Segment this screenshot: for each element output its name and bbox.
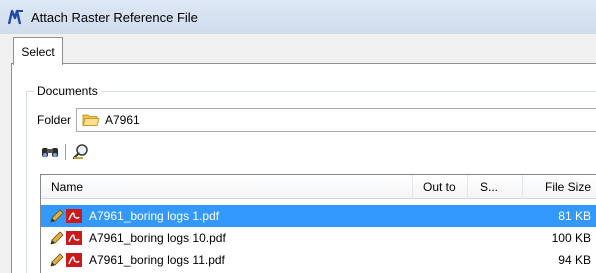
toolbar [40,142,91,162]
folder-label: Folder [37,113,72,127]
column-header-out-to[interactable]: Out to [413,175,468,199]
list-header: Name Out to S... File Size [41,175,596,199]
app-logo-icon [8,9,23,25]
file-size: 94 KB [558,253,591,267]
list-item[interactable]: A7961_boring logs 10.pdf 100 KB [41,227,596,249]
find-button[interactable] [40,142,60,162]
documents-list[interactable]: Name Out to S... File Size A7961_boring … [40,174,596,273]
file-name: A7961_boring logs 11.pdf [89,253,225,267]
search-magnifier-icon [72,144,88,160]
tab-strip: Select [0,34,596,65]
column-header-name[interactable]: Name [41,175,413,199]
search-button[interactable] [71,142,91,162]
list-item[interactable]: A7961_boring logs 11.pdf 94 KB [41,249,596,271]
folder-value: A7961 [105,113,140,127]
column-header-s[interactable]: S... [468,175,523,199]
file-size: 100 KB [551,231,591,245]
title-bar: Attach Raster Reference File [0,0,596,34]
tab-select[interactable]: Select [13,37,63,65]
file-size: 81 KB [558,209,591,223]
column-header-file-size[interactable]: File Size [523,175,596,199]
file-name: A7961_boring logs 10.pdf [89,231,226,245]
binoculars-icon [42,148,58,157]
pdf-file-icon [66,209,82,223]
pencil-icon [50,209,64,223]
pdf-file-icon [66,231,82,245]
folder-field[interactable]: A7961 [76,108,596,132]
toolbar-separator [65,144,66,160]
list-item[interactable]: A7961_boring logs 1.pdf 81 KB [41,205,596,227]
window-title: Attach Raster Reference File [31,9,198,25]
documents-group-label: Documents [34,84,101,98]
folder-icon [82,114,100,126]
pdf-file-icon [66,253,82,267]
pencil-icon [50,231,64,245]
pencil-icon [50,253,64,267]
file-name: A7961_boring logs 1.pdf [89,209,220,223]
